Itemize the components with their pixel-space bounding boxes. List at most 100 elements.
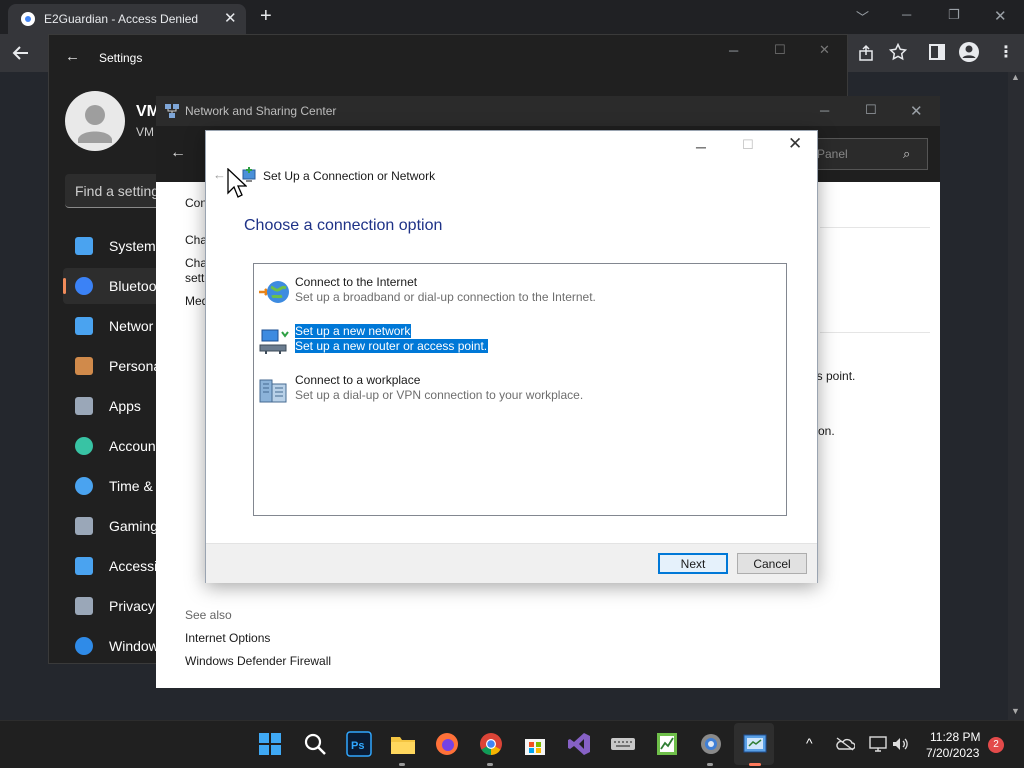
photoshop-icon[interactable]: Ps [346, 731, 372, 757]
next-button[interactable]: Next [658, 553, 728, 574]
chrome-menu-icon[interactable]: ⋮ [998, 42, 1014, 62]
chrome-scrollbar[interactable]: ▲ ▼ [1008, 72, 1024, 720]
chrome-icon[interactable] [478, 731, 504, 757]
firefox-icon[interactable] [434, 731, 460, 757]
task-manager-icon[interactable] [654, 731, 680, 757]
wifi-icon [75, 317, 93, 335]
volume-icon[interactable] [891, 736, 909, 752]
search-icon[interactable] [302, 731, 328, 757]
dialog-close-button[interactable]: ✕ [788, 134, 802, 154]
active-indicator [63, 278, 66, 294]
back-arrow-icon[interactable] [12, 44, 30, 62]
settings-title: Settings [99, 51, 143, 65]
windows-firewall-link[interactable]: Windows Defender Firewall [185, 654, 331, 668]
nsc-close-button[interactable]: ✕ [910, 102, 923, 120]
chrome-tab-search-icon[interactable]: ﹀ [856, 7, 869, 26]
see-also-heading: See also [185, 608, 232, 622]
option-new-network[interactable]: Set up a new network Set up a new router… [254, 323, 786, 359]
sidebar-item-label: System [109, 238, 156, 254]
running-indicator [399, 763, 405, 766]
onedrive-icon[interactable] [835, 736, 855, 752]
notification-badge[interactable]: 2 [988, 737, 1004, 753]
visual-studio-icon[interactable] [566, 731, 592, 757]
running-indicator [487, 763, 493, 766]
dialog-heading: Choose a connection option [244, 217, 443, 234]
control-panel-icon[interactable] [742, 731, 768, 757]
internet-options-link[interactable]: Internet Options [185, 631, 270, 645]
nsc-left-link[interactable]: Cha [185, 256, 207, 270]
account-icon [75, 437, 93, 455]
nsc-search-input[interactable]: Panel ⌕ [816, 138, 928, 170]
dialog-back-icon[interactable]: ← [213, 167, 226, 182]
nsc-left-link[interactable]: Con [185, 196, 207, 210]
microsoft-store-icon[interactable] [522, 731, 548, 757]
nsc-left-link[interactable]: setti [185, 271, 207, 285]
divider [820, 332, 930, 333]
settings-search-placeholder: Find a setting [75, 183, 160, 199]
sidebar-item-label: Bluetoo [109, 278, 157, 294]
nsc-title: Network and Sharing Center [185, 104, 337, 118]
sidebar-item-label: Networ [109, 318, 154, 334]
option-connect-internet[interactable]: Connect to the Internet Set up a broadba… [254, 274, 786, 310]
connection-options-list: Connect to the Internet Set up a broadba… [253, 263, 787, 516]
clock-date[interactable]: 7/20/2023 [926, 746, 979, 760]
brush-icon [75, 357, 93, 375]
settings-back-icon[interactable]: ← [65, 48, 80, 65]
settings-close-button[interactable]: ✕ [819, 42, 830, 58]
side-panel-icon[interactable] [929, 44, 945, 60]
nsc-search-placeholder: Panel [817, 147, 848, 161]
accessibility-icon [75, 557, 93, 575]
chrome-tabbar: E2Guardian - Access Denied ✕ + ﹀ ─ ❐ ✕ [0, 0, 1024, 34]
file-explorer-icon[interactable] [390, 731, 416, 757]
network-tray-icon[interactable] [868, 735, 888, 753]
dialog-minimize-button[interactable]: ─ [696, 139, 706, 155]
google-icon [21, 12, 35, 26]
new-tab-button[interactable]: + [260, 5, 272, 28]
settings-maximize-button[interactable]: ☐ [774, 42, 786, 58]
nsc-text-fragment: on. [818, 424, 835, 438]
sidebar-item-label: Gaming [109, 518, 159, 534]
option-connect-workplace[interactable]: Connect to a workplace Set up a dial-up … [254, 372, 786, 408]
setup-connection-dialog: ─ ☐ ✕ ← Set Up a Connection or Network C… [205, 130, 818, 583]
dialog-title: Set Up a Connection or Network [263, 169, 436, 183]
running-indicator [707, 763, 713, 766]
keyboard-icon[interactable] [610, 731, 636, 757]
active-indicator [749, 763, 761, 766]
option-title: Set up a new network [295, 324, 412, 338]
chrome-restore-button[interactable]: ❐ [948, 7, 960, 23]
clock-time[interactable]: 11:28 PM [930, 730, 980, 744]
scroll-up-icon[interactable]: ▲ [1011, 72, 1020, 82]
sidebar-item-label: Accoun [109, 438, 156, 454]
option-description: Set up a broadband or dial-up connection… [295, 290, 596, 304]
profile-icon[interactable] [958, 41, 980, 63]
windows-start-icon[interactable] [257, 731, 283, 757]
share-icon[interactable] [857, 44, 875, 62]
nsc-left-link[interactable]: Cha [185, 233, 207, 247]
gamepad-icon [75, 517, 93, 535]
nsc-maximize-button[interactable]: ☐ [865, 102, 877, 118]
sidebar-item-label: Time & [109, 478, 153, 494]
chrome-tab[interactable]: E2Guardian - Access Denied ✕ [8, 4, 246, 34]
chrome-minimize-button[interactable]: ─ [902, 7, 911, 22]
monitor-icon [75, 237, 93, 255]
nsc-titlebar: Network and Sharing Center ─ ☐ ✕ [156, 96, 940, 126]
cancel-button[interactable]: Cancel [737, 553, 807, 574]
nsc-minimize-button[interactable]: ─ [820, 103, 829, 118]
scroll-down-icon[interactable]: ▼ [1011, 706, 1020, 716]
settings-gear-icon[interactable] [698, 731, 724, 757]
settings-user-email: VM [136, 125, 154, 139]
option-title: Connect to the Internet [295, 275, 418, 289]
nsc-back-icon[interactable]: ← [170, 144, 186, 162]
close-tab-icon[interactable]: ✕ [224, 9, 237, 27]
bookmark-star-icon[interactable] [889, 43, 907, 61]
dialog-footer: Next Cancel [206, 543, 817, 583]
mouse-cursor-icon [227, 168, 247, 198]
sidebar-item-label: Accessi [109, 558, 158, 574]
taskbar: Ps ^ 11:28 PM 7/20/2023 2 [0, 720, 1024, 768]
tray-overflow-icon[interactable]: ^ [806, 735, 813, 751]
workplace-icon [259, 379, 287, 403]
option-description: Set up a dial-up or VPN connection to yo… [295, 388, 584, 402]
globe-icon [259, 281, 289, 303]
chrome-close-button[interactable]: ✕ [994, 7, 1007, 25]
settings-minimize-button[interactable]: ─ [729, 43, 738, 58]
